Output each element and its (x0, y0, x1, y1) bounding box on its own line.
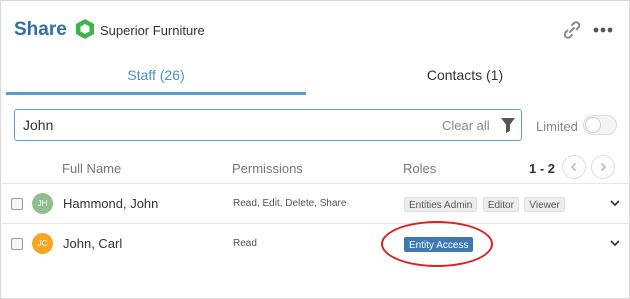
staff-name[interactable]: Hammond, John (63, 196, 158, 211)
chevron-down-icon[interactable] (608, 196, 622, 210)
share-header: Share Superior Furniture (1, 1, 629, 59)
toggle-knob (585, 117, 601, 133)
limited-toggle[interactable] (583, 115, 617, 135)
column-header-full-name[interactable]: Full Name (62, 161, 121, 176)
limited-label: Limited (536, 119, 578, 134)
chevron-right-icon (600, 162, 607, 172)
roles-list: Entity Access (404, 235, 474, 252)
role-badge: Viewer (524, 197, 565, 212)
link-icon[interactable] (561, 21, 583, 39)
chevron-left-icon (570, 162, 577, 172)
search-input[interactable] (23, 115, 423, 135)
avatar: JH (32, 193, 53, 214)
row-checkbox[interactable] (11, 198, 23, 210)
avatar: JC (32, 233, 53, 254)
row-checkbox[interactable] (11, 238, 23, 250)
more-icon[interactable] (593, 21, 613, 39)
hexagon-icon (76, 19, 94, 39)
tab-staff[interactable]: Staff (26) (6, 59, 306, 95)
search-box: Clear all (14, 109, 522, 141)
permissions-text: Read, Edit, Delete, Share (233, 198, 347, 209)
pager-range: 1 - 2 (529, 161, 556, 176)
roles-list: Entities Admin Editor Viewer (404, 195, 566, 212)
role-badge: Entities Admin (404, 197, 478, 212)
share-panel: Share Superior Furniture Staff (26) Cont… (0, 0, 630, 299)
staff-name[interactable]: John, Carl (63, 236, 122, 251)
table-row[interactable]: JC John, Carl Read Entity Access (2, 223, 630, 263)
filter-icon[interactable] (500, 117, 516, 134)
role-badge: Entity Access (404, 237, 474, 252)
entity-name: Superior Furniture (100, 23, 205, 38)
share-title: Share (14, 19, 67, 40)
role-badge: Editor (482, 197, 519, 212)
chevron-down-icon[interactable] (608, 236, 622, 250)
table-row[interactable]: JH Hammond, John Read, Edit, Delete, Sha… (2, 183, 630, 223)
column-header-permissions: Permissions (232, 161, 303, 176)
tab-bar: Staff (26) Contacts (1) (1, 59, 629, 95)
column-header-roles: Roles (403, 161, 437, 176)
clear-all-button[interactable]: Clear all (442, 118, 490, 133)
permissions-text: Read (233, 238, 257, 249)
next-page-button[interactable] (591, 155, 615, 179)
prev-page-button[interactable] (562, 155, 586, 179)
tab-contacts[interactable]: Contacts (1) (306, 59, 624, 95)
